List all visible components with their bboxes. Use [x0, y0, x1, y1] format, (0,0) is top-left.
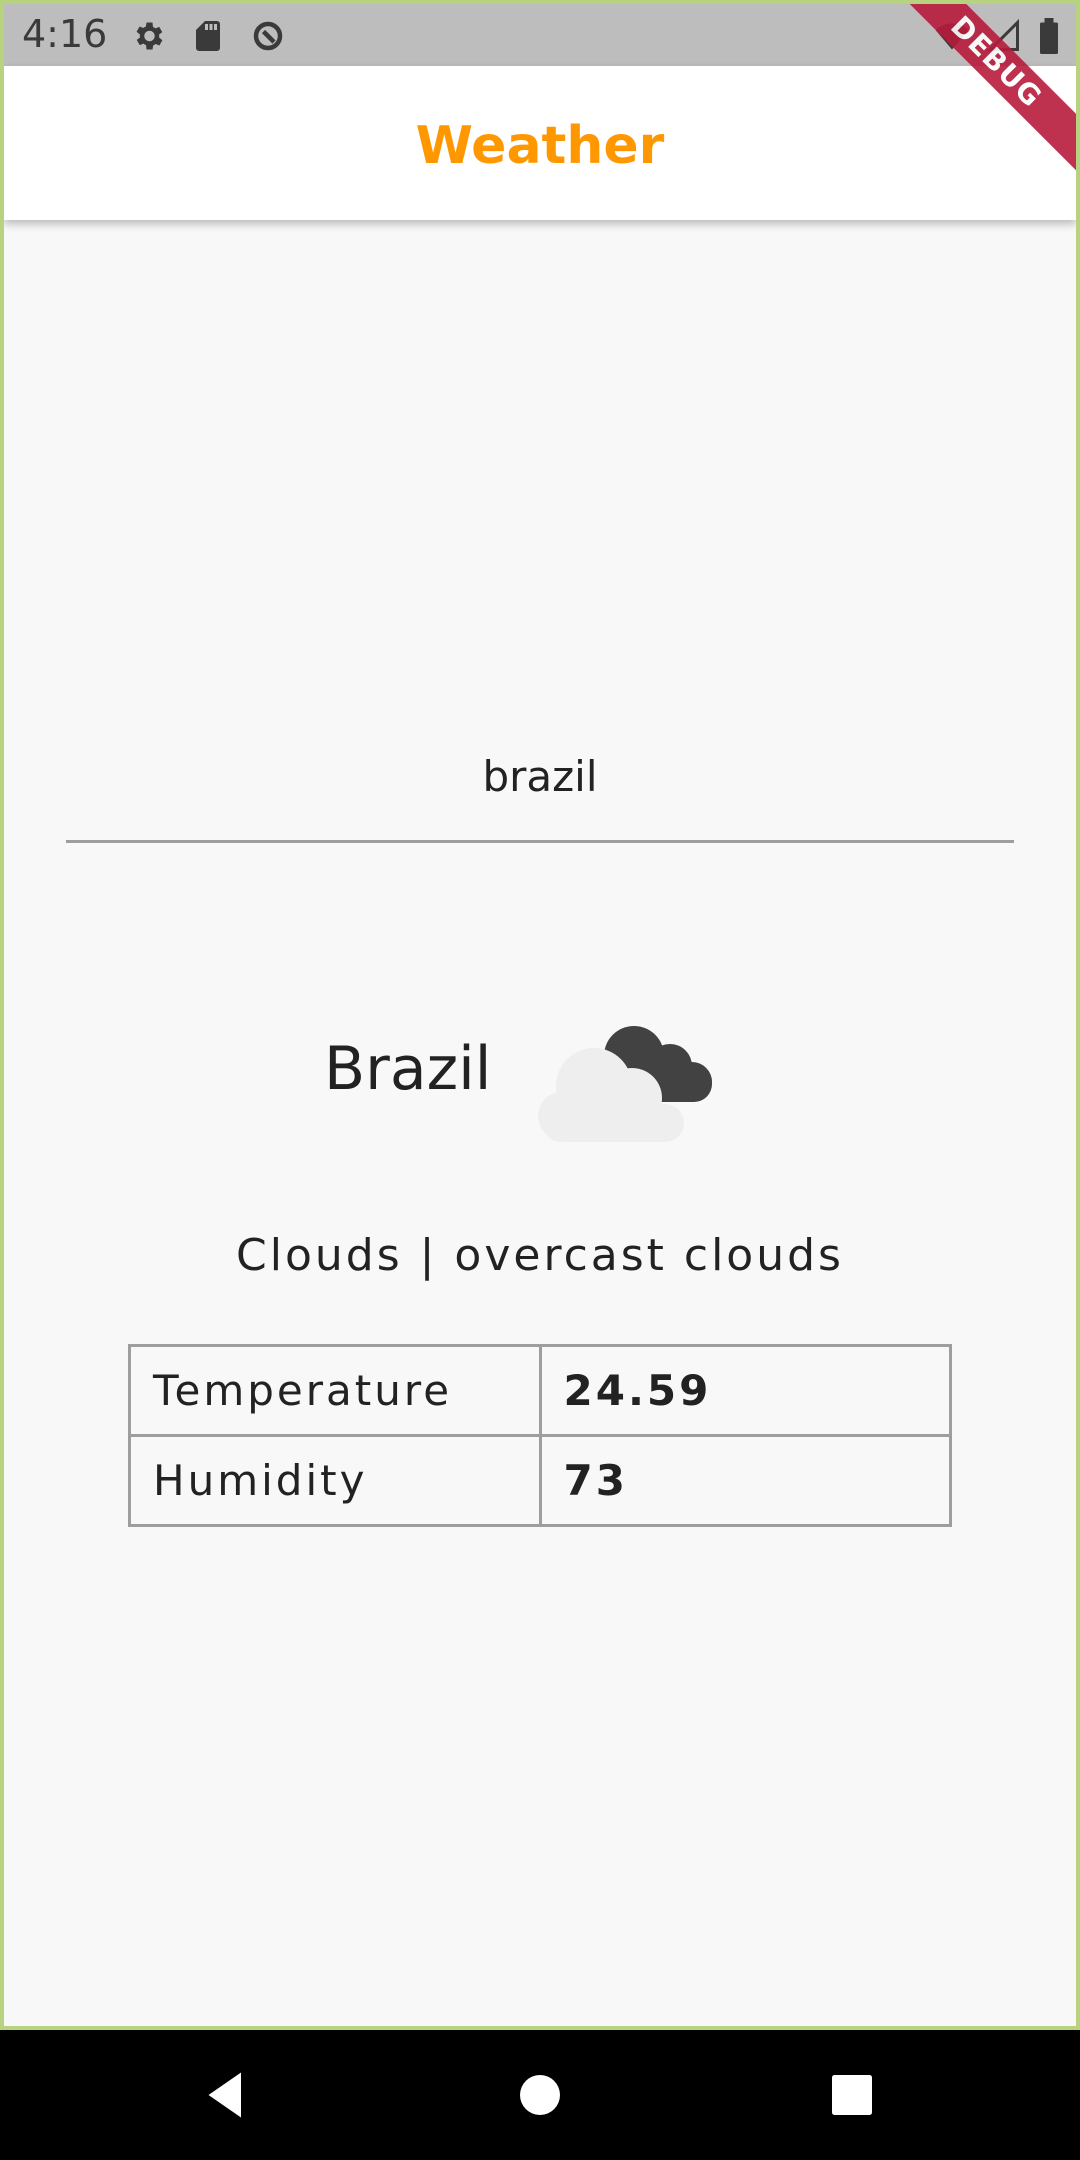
humidity-value: 73 [538, 1434, 952, 1527]
humidity-label: Humidity [128, 1434, 542, 1527]
battery-icon [1040, 18, 1058, 54]
status-bar: 4:16 [4, 4, 1076, 66]
temperature-value: 24.59 [538, 1344, 952, 1437]
temperature-label: Temperature [128, 1344, 542, 1437]
home-icon[interactable] [510, 2065, 570, 2125]
settings-icon [136, 22, 163, 50]
back-icon[interactable] [196, 2065, 256, 2125]
search-underline [66, 840, 1014, 843]
table-row: Humidity 73 [128, 1434, 952, 1527]
city-search-input[interactable]: brazil [66, 752, 1014, 801]
sync-icon [253, 21, 283, 51]
app-bar: Weather [4, 66, 1076, 220]
app-frame: 4:16 Weather DEBUG brazil Brazil Clouds … [4, 4, 1076, 2026]
sd-card-icon [196, 21, 220, 51]
app-title: Weather [415, 116, 665, 176]
cloudy-icon [538, 1026, 712, 1142]
city-name: Brazil [324, 1034, 492, 1104]
weather-condition: Clouds | overcast clouds [236, 1230, 844, 1281]
table-row: Temperature 24.59 [128, 1344, 952, 1437]
weather-table: Temperature 24.59 Humidity 73 [128, 1344, 952, 1527]
navigation-bar [0, 2030, 1080, 2160]
status-time: 4:16 [22, 12, 108, 56]
recents-icon[interactable] [822, 2065, 882, 2125]
